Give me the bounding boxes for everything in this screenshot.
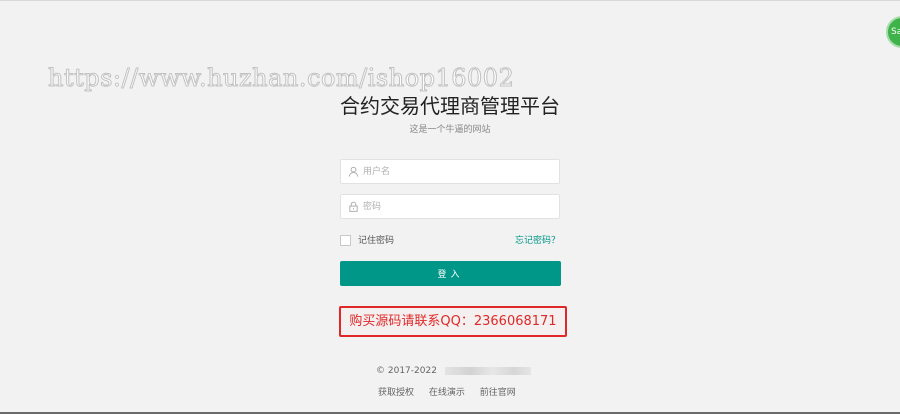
user-icon: [348, 166, 359, 177]
redacted-block: [444, 366, 531, 375]
login-button[interactable]: 登入: [340, 261, 561, 286]
remember-label: 记住密码: [358, 236, 395, 246]
footer-link-demo[interactable]: 在线演示: [429, 388, 465, 398]
forgot-password-link[interactable]: 忘记密码？: [515, 235, 560, 247]
username-field[interactable]: [340, 159, 560, 184]
top-border: [0, 0, 900, 1]
watermark-text: https://www.huzhan.com/ishop16002: [47, 64, 515, 93]
password-input[interactable]: [363, 195, 553, 218]
promo-banner: 购买源码请联系QQ：2366068171: [339, 306, 567, 337]
copyright-text: © 2017-2022: [376, 366, 437, 376]
footer-copyright: © 2017-2022: [376, 366, 531, 376]
password-field[interactable]: [340, 194, 560, 219]
footer-link-website[interactable]: 前往官网: [480, 388, 516, 398]
corner-badge[interactable]: Sa: [886, 16, 900, 48]
page-subtitle: 这是一个牛逼的网站: [409, 125, 491, 135]
remember-checkbox[interactable]: [340, 235, 351, 246]
login-page: https://www.huzhan.com/ishop16002 Sa 合约交…: [0, 0, 900, 414]
footer-link-license[interactable]: 获取授权: [378, 388, 414, 398]
username-input[interactable]: [363, 160, 553, 183]
footer-links: 获取授权 在线演示 前往官网: [378, 385, 528, 398]
page-title: 合约交易代理商管理平台: [340, 94, 560, 118]
lock-icon: [349, 201, 358, 212]
